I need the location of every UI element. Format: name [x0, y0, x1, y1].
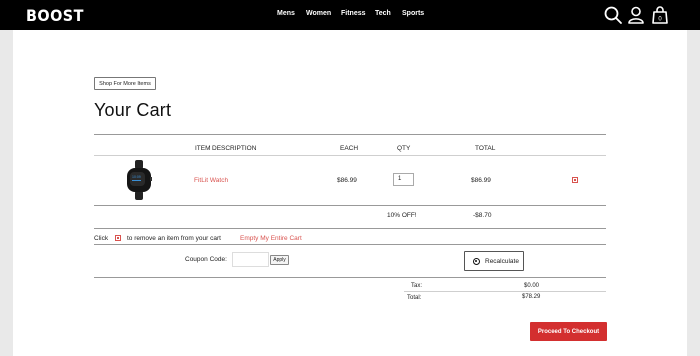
quantity-input[interactable]: 1 — [393, 173, 414, 186]
total-value: $78.29 — [522, 294, 541, 300]
remove-item-icon[interactable] — [572, 177, 578, 183]
cart-icon[interactable]: 0 — [650, 5, 670, 25]
totals-rule — [404, 291, 606, 292]
shop-more-button[interactable]: Shop For More Items — [94, 77, 156, 90]
table-top-rule — [94, 134, 606, 135]
coupon-label: Coupon Code: — [185, 256, 227, 263]
header-each: EACH — [340, 145, 359, 152]
nav-link-mens[interactable]: Mens — [277, 10, 295, 17]
remove-hint-prefix: Click — [94, 235, 109, 242]
product-image[interactable]: 10:09 — [122, 160, 156, 200]
nav-link-women[interactable]: Women — [306, 10, 331, 17]
cart-count: 0 — [658, 17, 662, 23]
remove-hint-icon — [115, 235, 121, 241]
header-rule — [94, 155, 606, 156]
brand-logo[interactable]: BOOST — [26, 6, 84, 25]
item-name-link[interactable]: FitLit Watch — [194, 177, 228, 184]
recalculate-button[interactable]: Recalculate — [464, 251, 524, 271]
apply-coupon-button[interactable]: Apply — [270, 255, 289, 265]
top-navigation-bar: BOOST Mens Women Fitness Tech Sports 0 — [0, 0, 700, 30]
nav-link-tech[interactable]: Tech — [375, 10, 391, 17]
header-total: TOTAL — [475, 145, 496, 152]
page-title: Your Cart — [94, 100, 172, 120]
account-icon[interactable] — [626, 5, 646, 25]
total-label: Total: — [407, 295, 422, 301]
header-item: ITEM — [195, 145, 211, 152]
discount-rule — [94, 228, 606, 229]
row-rule — [94, 205, 606, 206]
svg-text:10:09: 10:09 — [132, 175, 141, 179]
header-description: DESCRIPTION — [212, 145, 257, 152]
nav-link-fitness[interactable]: Fitness — [341, 10, 366, 17]
header-qty: QTY — [397, 145, 411, 152]
remove-hint-text: to remove an item from your cart — [127, 235, 221, 242]
coupon-code-input[interactable] — [232, 252, 269, 267]
coupon-rule — [94, 277, 606, 278]
proceed-to-checkout-button[interactable]: Proceed To Checkout — [530, 322, 607, 341]
tax-value: $0.00 — [524, 283, 540, 289]
recalculate-icon — [473, 257, 480, 265]
nav-link-sports[interactable]: Sports — [402, 10, 424, 17]
item-each-price: $86.99 — [337, 177, 357, 184]
discount-label: 10% OFF! — [387, 212, 417, 219]
empty-cart-link[interactable]: Empty My Entire Cart — [240, 235, 302, 242]
hint-rule — [94, 244, 606, 245]
search-icon[interactable] — [603, 5, 623, 25]
item-total-price: $86.99 — [471, 177, 491, 184]
tax-label: Tax: — [411, 283, 423, 289]
recalculate-label: Recalculate — [485, 257, 519, 265]
discount-value: -$8.70 — [473, 212, 492, 219]
